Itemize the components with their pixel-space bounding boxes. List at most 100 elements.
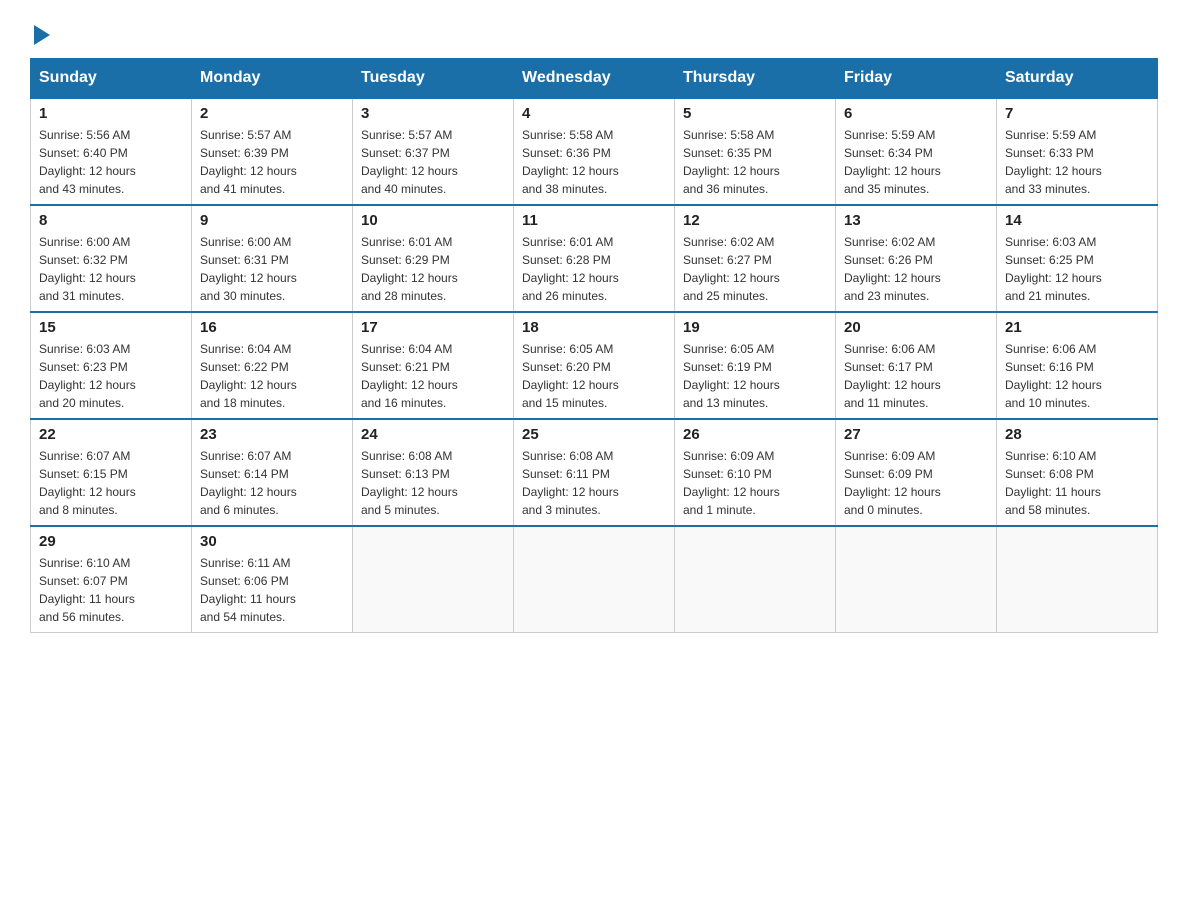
week-row-5: 29Sunrise: 6:10 AMSunset: 6:07 PMDayligh… xyxy=(31,526,1158,633)
calendar-cell: 16 Sunrise: 6:04 AMSunset: 6:22 PMDayligh… xyxy=(192,312,353,419)
day-number: 5 xyxy=(683,105,827,122)
calendar-table: SundayMondayTuesdayWednesdayThursdayFrid… xyxy=(30,58,1158,633)
calendar-cell: 2 Sunrise: 5:57 AMSunset: 6:39 PMDaylight… xyxy=(192,98,353,205)
day-number: 6 xyxy=(844,105,988,122)
day-header-sunday: Sunday xyxy=(31,59,192,99)
day-info: Sunrise: 6:08 AMSunset: 6:13 PMDaylight:… xyxy=(361,447,505,519)
calendar-cell xyxy=(353,526,514,633)
week-row-4: 22 Sunrise: 6:07 AMSunset: 6:15 PMDayligh… xyxy=(31,419,1158,526)
logo-arrow-icon xyxy=(34,25,50,45)
day-info: Sunrise: 6:05 AMSunset: 6:19 PMDaylight:… xyxy=(683,340,827,412)
day-header-tuesday: Tuesday xyxy=(353,59,514,99)
day-number: 3 xyxy=(361,105,505,122)
day-number: 24 xyxy=(361,426,505,443)
calendar-cell: 1 Sunrise: 5:56 AMSunset: 6:40 PMDaylight… xyxy=(31,98,192,205)
calendar-cell: 14 Sunrise: 6:03 AMSunset: 6:25 PMDayligh… xyxy=(997,205,1158,312)
calendar-cell: 9 Sunrise: 6:00 AMSunset: 6:31 PMDaylight… xyxy=(192,205,353,312)
header xyxy=(30,20,1158,48)
day-number: 13 xyxy=(844,212,988,229)
calendar-cell: 21 Sunrise: 6:06 AMSunset: 6:16 PMDayligh… xyxy=(997,312,1158,419)
day-header-thursday: Thursday xyxy=(675,59,836,99)
day-number: 15 xyxy=(39,319,183,336)
day-info: Sunrise: 6:04 AMSunset: 6:21 PMDaylight:… xyxy=(361,340,505,412)
day-number: 11 xyxy=(522,212,666,229)
calendar-cell: 19 Sunrise: 6:05 AMSunset: 6:19 PMDayligh… xyxy=(675,312,836,419)
day-number: 16 xyxy=(200,319,344,336)
calendar-cell: 26Sunrise: 6:09 AMSunset: 6:10 PMDayligh… xyxy=(675,419,836,526)
day-info: Sunrise: 6:09 AMSunset: 6:09 PMDaylight:… xyxy=(844,447,988,519)
calendar-cell: 27 Sunrise: 6:09 AMSunset: 6:09 PMDayligh… xyxy=(836,419,997,526)
day-info: Sunrise: 6:05 AMSunset: 6:20 PMDaylight:… xyxy=(522,340,666,412)
day-info: Sunrise: 6:11 AMSunset: 6:06 PMDaylight:… xyxy=(200,554,344,626)
day-info: Sunrise: 5:59 AMSunset: 6:34 PMDaylight:… xyxy=(844,126,988,198)
day-info: Sunrise: 6:09 AMSunset: 6:10 PMDaylight:… xyxy=(683,447,827,519)
calendar-cell xyxy=(836,526,997,633)
day-number: 1 xyxy=(39,105,183,122)
day-header-friday: Friday xyxy=(836,59,997,99)
calendar-cell: 11 Sunrise: 6:01 AMSunset: 6:28 PMDayligh… xyxy=(514,205,675,312)
day-info: Sunrise: 5:57 AMSunset: 6:39 PMDaylight:… xyxy=(200,126,344,198)
calendar-cell xyxy=(675,526,836,633)
calendar-cell: 23 Sunrise: 6:07 AMSunset: 6:14 PMDayligh… xyxy=(192,419,353,526)
day-number: 8 xyxy=(39,212,183,229)
day-number: 10 xyxy=(361,212,505,229)
calendar-cell: 15 Sunrise: 6:03 AMSunset: 6:23 PMDayligh… xyxy=(31,312,192,419)
calendar-cell: 3 Sunrise: 5:57 AMSunset: 6:37 PMDaylight… xyxy=(353,98,514,205)
day-number: 30 xyxy=(200,533,344,550)
day-info: Sunrise: 5:56 AMSunset: 6:40 PMDaylight:… xyxy=(39,126,183,198)
calendar-cell: 5Sunrise: 5:58 AMSunset: 6:35 PMDaylight… xyxy=(675,98,836,205)
calendar-cell: 28 Sunrise: 6:10 AMSunset: 6:08 PMDayligh… xyxy=(997,419,1158,526)
day-header-monday: Monday xyxy=(192,59,353,99)
day-number: 21 xyxy=(1005,319,1149,336)
day-info: Sunrise: 5:59 AMSunset: 6:33 PMDaylight:… xyxy=(1005,126,1149,198)
day-info: Sunrise: 6:06 AMSunset: 6:17 PMDaylight:… xyxy=(844,340,988,412)
calendar-cell: 8 Sunrise: 6:00 AMSunset: 6:32 PMDaylight… xyxy=(31,205,192,312)
week-row-1: 1 Sunrise: 5:56 AMSunset: 6:40 PMDaylight… xyxy=(31,98,1158,205)
day-info: Sunrise: 6:08 AMSunset: 6:11 PMDaylight:… xyxy=(522,447,666,519)
day-info: Sunrise: 6:06 AMSunset: 6:16 PMDaylight:… xyxy=(1005,340,1149,412)
day-number: 2 xyxy=(200,105,344,122)
day-info: Sunrise: 6:10 AMSunset: 6:07 PMDaylight:… xyxy=(39,554,183,626)
logo xyxy=(30,20,50,48)
calendar-cell: 24 Sunrise: 6:08 AMSunset: 6:13 PMDayligh… xyxy=(353,419,514,526)
days-header-row: SundayMondayTuesdayWednesdayThursdayFrid… xyxy=(31,59,1158,99)
week-row-3: 15 Sunrise: 6:03 AMSunset: 6:23 PMDayligh… xyxy=(31,312,1158,419)
day-number: 4 xyxy=(522,105,666,122)
calendar-cell: 20 Sunrise: 6:06 AMSunset: 6:17 PMDayligh… xyxy=(836,312,997,419)
day-info: Sunrise: 6:02 AMSunset: 6:27 PMDaylight:… xyxy=(683,233,827,305)
calendar-cell: 6 Sunrise: 5:59 AMSunset: 6:34 PMDaylight… xyxy=(836,98,997,205)
day-number: 18 xyxy=(522,319,666,336)
day-number: 22 xyxy=(39,426,183,443)
day-info: Sunrise: 6:00 AMSunset: 6:31 PMDaylight:… xyxy=(200,233,344,305)
day-number: 23 xyxy=(200,426,344,443)
day-number: 7 xyxy=(1005,105,1149,122)
day-info: Sunrise: 6:03 AMSunset: 6:23 PMDaylight:… xyxy=(39,340,183,412)
calendar-cell: 30 Sunrise: 6:11 AMSunset: 6:06 PMDayligh… xyxy=(192,526,353,633)
calendar-cell: 17Sunrise: 6:04 AMSunset: 6:21 PMDayligh… xyxy=(353,312,514,419)
calendar-cell: 13Sunrise: 6:02 AMSunset: 6:26 PMDayligh… xyxy=(836,205,997,312)
day-number: 14 xyxy=(1005,212,1149,229)
day-info: Sunrise: 6:03 AMSunset: 6:25 PMDaylight:… xyxy=(1005,233,1149,305)
day-header-saturday: Saturday xyxy=(997,59,1158,99)
day-number: 25 xyxy=(522,426,666,443)
calendar-cell: 29Sunrise: 6:10 AMSunset: 6:07 PMDayligh… xyxy=(31,526,192,633)
day-number: 20 xyxy=(844,319,988,336)
day-number: 28 xyxy=(1005,426,1149,443)
day-info: Sunrise: 6:10 AMSunset: 6:08 PMDaylight:… xyxy=(1005,447,1149,519)
calendar-cell: 4Sunrise: 5:58 AMSunset: 6:36 PMDaylight… xyxy=(514,98,675,205)
calendar-cell: 10Sunrise: 6:01 AMSunset: 6:29 PMDayligh… xyxy=(353,205,514,312)
calendar-cell: 12 Sunrise: 6:02 AMSunset: 6:27 PMDayligh… xyxy=(675,205,836,312)
day-info: Sunrise: 6:07 AMSunset: 6:15 PMDaylight:… xyxy=(39,447,183,519)
calendar-cell: 25 Sunrise: 6:08 AMSunset: 6:11 PMDayligh… xyxy=(514,419,675,526)
day-info: Sunrise: 6:07 AMSunset: 6:14 PMDaylight:… xyxy=(200,447,344,519)
day-number: 27 xyxy=(844,426,988,443)
day-info: Sunrise: 5:57 AMSunset: 6:37 PMDaylight:… xyxy=(361,126,505,198)
calendar-cell: 18 Sunrise: 6:05 AMSunset: 6:20 PMDayligh… xyxy=(514,312,675,419)
day-info: Sunrise: 6:04 AMSunset: 6:22 PMDaylight:… xyxy=(200,340,344,412)
day-number: 12 xyxy=(683,212,827,229)
day-number: 9 xyxy=(200,212,344,229)
day-number: 19 xyxy=(683,319,827,336)
week-row-2: 8 Sunrise: 6:00 AMSunset: 6:32 PMDaylight… xyxy=(31,205,1158,312)
day-info: Sunrise: 6:01 AMSunset: 6:28 PMDaylight:… xyxy=(522,233,666,305)
day-info: Sunrise: 6:00 AMSunset: 6:32 PMDaylight:… xyxy=(39,233,183,305)
